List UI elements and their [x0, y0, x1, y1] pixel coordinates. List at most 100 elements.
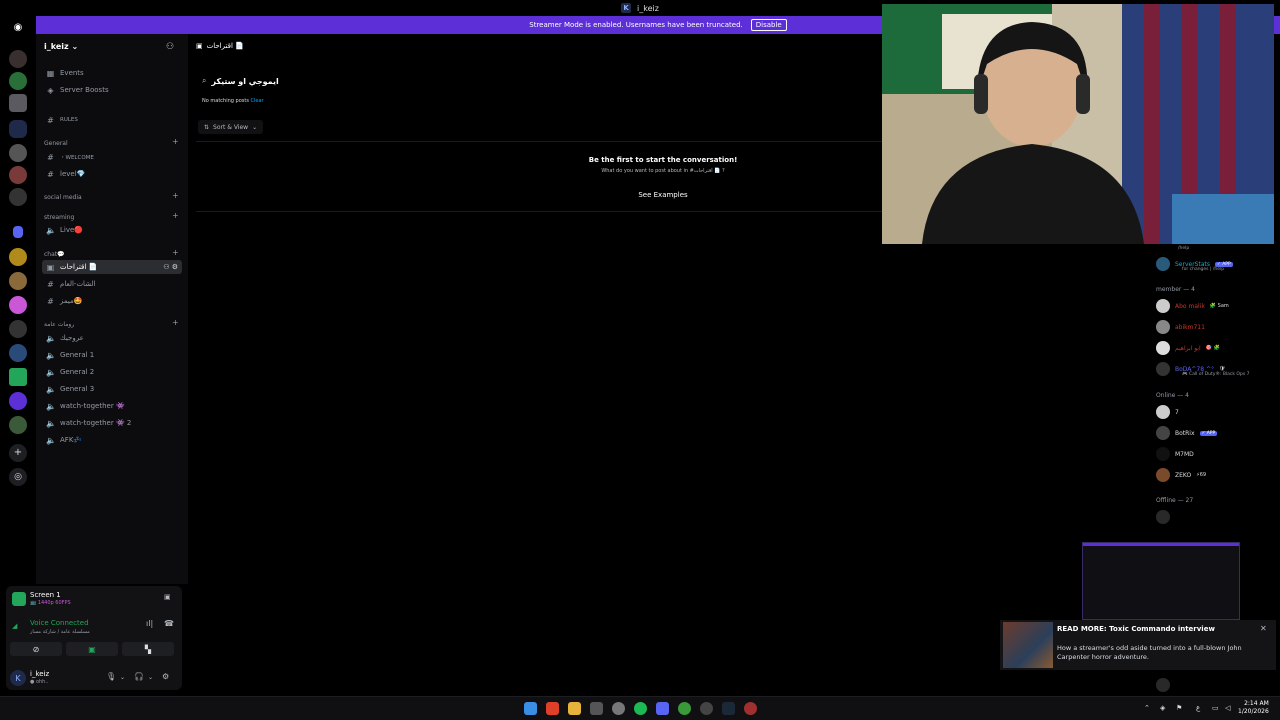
server-icon[interactable]	[9, 416, 27, 434]
category-voice[interactable]: رومات عامة	[44, 321, 74, 328]
channel-general-chat[interactable]: # الشات-العام	[42, 277, 182, 291]
member-row[interactable]: ServerStats ✓ APP for changes | /help	[1156, 256, 1276, 272]
member-row[interactable]: ZEKO ⚡69	[1156, 467, 1276, 483]
news-toast[interactable]: READ MORE: Toxic Commando interview How …	[1000, 620, 1276, 670]
windows-start-icon[interactable]	[524, 702, 537, 715]
server-icon[interactable]	[9, 50, 27, 68]
brave-icon[interactable]	[546, 702, 559, 715]
mic-icon[interactable]: 🎙	[106, 672, 116, 681]
discover-icon[interactable]: ◎	[9, 468, 27, 486]
voice-connected-label[interactable]: Voice Connected	[30, 619, 89, 627]
invite-icon[interactable]: ⚇	[166, 42, 174, 52]
folder-icon[interactable]	[13, 226, 23, 238]
server-icon[interactable]	[9, 188, 27, 206]
member-row[interactable]: BotRix ✓ APP	[1156, 425, 1276, 441]
disable-button[interactable]: Disable	[750, 19, 787, 31]
server-icon[interactable]	[9, 296, 27, 314]
create-channel-icon[interactable]: +	[172, 191, 179, 200]
language-indicator[interactable]: ع	[1196, 704, 1200, 712]
discord-icon[interactable]	[656, 702, 669, 715]
sidebar-item-server-boosts[interactable]: ◈ Server Boosts	[42, 83, 182, 97]
category-social-media[interactable]: social media	[44, 194, 82, 201]
headphones-icon[interactable]: 🎧	[134, 672, 144, 681]
member-row[interactable]: ابو ابراهيم 🎯 🧩	[1156, 340, 1276, 356]
forum-search-input[interactable]: ⌕ ايموجي او ستيكر	[196, 72, 886, 90]
create-channel-icon[interactable]: +	[172, 318, 179, 327]
chevron-down-icon[interactable]: ⌄	[148, 674, 153, 681]
server-icon-active[interactable]	[9, 120, 27, 138]
channel-rules[interactable]: # RULES	[42, 113, 182, 127]
category-chat[interactable]: chat💬	[44, 251, 65, 258]
file-explorer-icon[interactable]	[568, 702, 581, 715]
create-channel-icon[interactable]: +	[172, 137, 179, 146]
activities-button[interactable]: ▚	[122, 642, 174, 656]
sidebar-item-events[interactable]: ▦ Events	[42, 66, 182, 80]
system-clock[interactable]: 2:14 AM 1/20/2026	[1238, 700, 1269, 716]
voice-channel[interactable]: 🔈 General 3	[42, 382, 182, 396]
channel-level[interactable]: # level💎	[42, 167, 182, 181]
channel-settings-icon[interactable]: ⚇ ⚙	[163, 263, 178, 271]
category-general[interactable]: General	[44, 140, 68, 147]
app-icon[interactable]	[612, 702, 625, 715]
server-icon[interactable]	[9, 320, 27, 338]
chevron-down-icon[interactable]: ⌄	[120, 674, 125, 681]
user-name[interactable]: i_keiz	[30, 670, 49, 678]
camera-button[interactable]: ⊘	[10, 642, 62, 656]
channel-live[interactable]: 🔈 Live🔴	[42, 223, 182, 237]
noise-suppression-icon[interactable]: ıl|	[146, 619, 153, 628]
app-icon[interactable]	[590, 702, 603, 715]
chevron-up-icon[interactable]: ⌃	[1144, 704, 1150, 712]
server-icon[interactable]	[9, 166, 27, 184]
server-icon[interactable]	[9, 248, 27, 266]
clear-link[interactable]: Clear	[251, 98, 264, 104]
channel-memes[interactable]: # ميمز🤩	[42, 294, 182, 308]
server-icon[interactable]	[9, 392, 27, 410]
sort-view-button[interactable]: ⇅ Sort & View ⌄	[198, 120, 264, 134]
see-examples-button[interactable]: See Examples	[626, 188, 700, 202]
guild-name[interactable]: i_keiz ⌄	[44, 42, 78, 51]
voice-channel[interactable]: 🔈 General 1	[42, 348, 182, 362]
app-icon[interactable]	[744, 702, 757, 715]
discord-home-icon[interactable]: ◉	[11, 22, 25, 34]
member-row[interactable]: M7MD	[1156, 446, 1276, 462]
avatar[interactable]: K	[10, 670, 26, 686]
volume-icon[interactable]: ◁	[1225, 704, 1230, 712]
voice-channel[interactable]: 🔈 watch-together 👾	[42, 399, 182, 413]
server-icon[interactable]	[9, 344, 27, 362]
tray-icon[interactable]: ⚑	[1176, 704, 1182, 712]
voice-channel[interactable]: 🔈 General 2	[42, 365, 182, 379]
gear-icon[interactable]: ⚙	[162, 672, 169, 681]
screen-share-button[interactable]: ▣	[66, 642, 118, 656]
network-icon[interactable]: ▭	[1212, 704, 1219, 712]
create-channel-icon[interactable]: +	[172, 248, 179, 257]
member-row[interactable]: BoDA^78 ^° 🛡 🎮 Call of Duty®: Black Ops …	[1156, 361, 1276, 377]
stop-stream-icon[interactable]: ▣	[164, 593, 171, 601]
member-row[interactable]: 7	[1156, 404, 1276, 420]
xbox-icon[interactable]	[678, 702, 691, 715]
server-icon[interactable]	[9, 144, 27, 162]
member-row[interactable]: abikm711	[1156, 319, 1276, 335]
obs-icon[interactable]	[700, 702, 713, 715]
member-row[interactable]	[1156, 509, 1276, 525]
create-channel-icon[interactable]: +	[172, 211, 179, 220]
category-streaming[interactable]: streaming	[44, 214, 74, 221]
tray-icon[interactable]: ◈	[1160, 704, 1165, 712]
server-icon[interactable]	[9, 272, 27, 290]
server-icon[interactable]	[9, 72, 27, 90]
stream-preview-window[interactable]	[1082, 542, 1240, 620]
signal-icon[interactable]: ◢	[12, 622, 17, 630]
spotify-icon[interactable]	[634, 702, 647, 715]
channel-welcome[interactable]: # ・WELCOME	[42, 150, 182, 164]
member-row[interactable]: Abo malik 🧩 Sam	[1156, 298, 1276, 314]
server-icon[interactable]	[9, 94, 27, 112]
member-row[interactable]	[1156, 677, 1276, 693]
voice-channel[interactable]: 🔈 AFK💤	[42, 433, 182, 447]
kick-server-icon[interactable]	[9, 368, 27, 386]
voice-channel[interactable]: 🔈 watch-together 👾 2	[42, 416, 182, 430]
channel-suggestions[interactable]: ▣ اقتراحات 📄 ⚇ ⚙	[42, 260, 182, 274]
steam-icon[interactable]	[722, 702, 735, 715]
add-server-icon[interactable]: +	[9, 444, 27, 462]
close-icon[interactable]: ✕	[1260, 624, 1267, 633]
voice-channel[interactable]: 🔈 عروجيك	[42, 331, 182, 345]
disconnect-icon[interactable]: ☎	[164, 619, 174, 628]
